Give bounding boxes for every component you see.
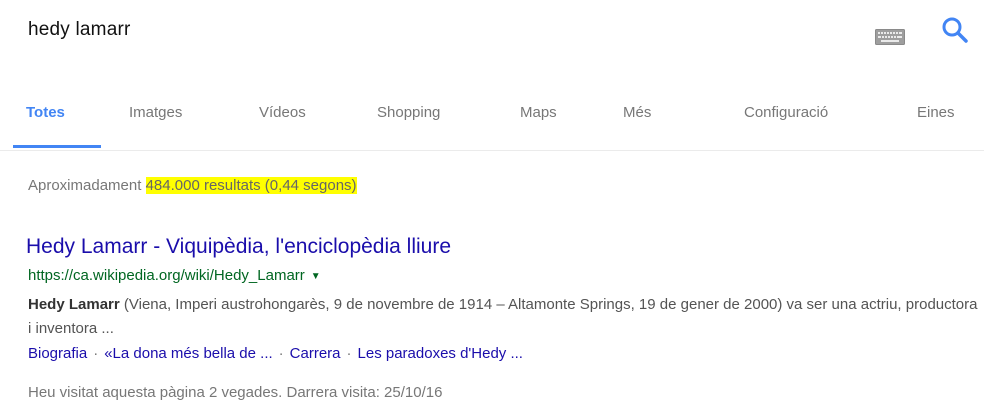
result-url: https://ca.wikipedia.org/wiki/Hedy_Lamar… [28, 267, 321, 284]
sitelink-separator: · [278, 345, 284, 362]
search-bar: hedy lamarr [0, 0, 984, 92]
active-tab-indicator [13, 145, 101, 148]
result-stats: Aproximadament 484.000 resultats (0,44 s… [28, 177, 357, 194]
result-url-text: https://ca.wikipedia.org/wiki/Hedy_Lamar… [28, 267, 305, 284]
sitelink-separator: · [93, 345, 99, 362]
visited-note: Heu visitat aquesta pàgina 2 vegades. Da… [28, 384, 443, 401]
tab-videos[interactable]: Vídeos [259, 104, 306, 150]
sitelinks: Biografia · «La dona més bella de ... · Carr… [28, 342, 523, 366]
result-title-link[interactable]: Hedy Lamarr - Viquipèdia, l'enciclopèdia… [26, 235, 451, 259]
keyboard-icon[interactable] [875, 29, 905, 45]
tab-eines[interactable]: Eines [917, 104, 955, 150]
sitelink-biografia[interactable]: Biografia [28, 345, 87, 362]
tab-shopping[interactable]: Shopping [377, 104, 440, 150]
tab-imatges[interactable]: Imatges [129, 104, 182, 150]
url-dropdown-icon[interactable]: ▼ [311, 271, 321, 282]
sitelink-dona-mes-bella[interactable]: «La dona més bella de ... [104, 345, 272, 362]
tab-maps[interactable]: Maps [520, 104, 557, 150]
tab-totes[interactable]: Totes [26, 104, 65, 150]
stats-prefix: Aproximadament [28, 177, 142, 194]
sitelink-separator: · [346, 345, 352, 362]
sitelink-paradoxes[interactable]: Les paradoxes d'Hedy ... [358, 345, 523, 362]
snippet-bold: Hedy Lamarr [28, 296, 120, 313]
sitelink-carrera[interactable]: Carrera [290, 345, 341, 362]
tab-mes[interactable]: Més [623, 104, 651, 150]
tab-configuracio[interactable]: Configuració [744, 104, 828, 150]
search-icon[interactable] [939, 14, 971, 46]
snippet-text: (Viena, Imperi austrohongarès, 9 de nove… [28, 296, 978, 337]
result-snippet: Hedy Lamarr (Viena, Imperi austrohongarè… [28, 293, 978, 341]
search-tabs: Totes Imatges Vídeos Shopping Maps Més C… [0, 92, 984, 151]
stats-highlighted: 484.000 resultats (0,44 segons) [145, 177, 357, 194]
search-input[interactable]: hedy lamarr [28, 19, 131, 41]
